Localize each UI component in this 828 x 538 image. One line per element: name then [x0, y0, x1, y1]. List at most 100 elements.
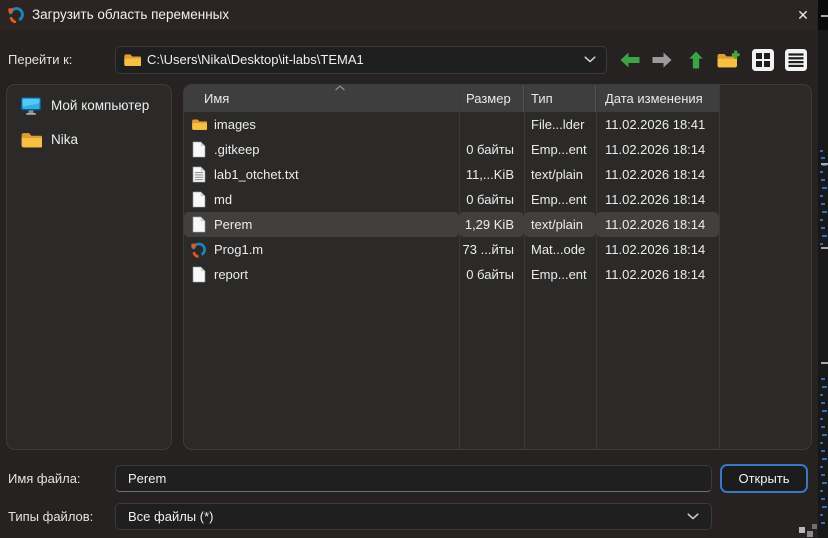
- column-header-name[interactable]: Имя: [184, 85, 459, 112]
- minimap-mark: [821, 426, 825, 428]
- background-window-strip: [818, 0, 828, 538]
- back-button[interactable]: [616, 46, 644, 74]
- minimap-mark: [820, 219, 823, 221]
- filename-label: Имя файла:: [8, 465, 81, 492]
- scilab-app-icon: [8, 6, 25, 23]
- chevron-down-icon: [584, 56, 596, 64]
- minimap-mark: [822, 187, 827, 189]
- file-type: File...lder: [524, 112, 596, 137]
- forward-arrow-icon: [650, 50, 674, 70]
- file-icon: [191, 141, 207, 158]
- new-folder-button[interactable]: [714, 46, 742, 74]
- filename-input[interactable]: [115, 465, 712, 492]
- file-name: report: [214, 262, 248, 287]
- file-size: 0 байты: [459, 137, 524, 162]
- sidebar-item-nika[interactable]: Nika: [11, 125, 167, 155]
- minimap-mark: [822, 506, 827, 508]
- table-row[interactable]: Prog1.m73 ...йтыMat...ode11.02.2026 18:1…: [184, 237, 812, 262]
- file-icon: [191, 216, 207, 233]
- back-arrow-icon: [618, 50, 642, 70]
- file-name: Perem: [214, 212, 252, 237]
- computer-icon: [20, 96, 42, 116]
- close-icon[interactable]: ✕: [788, 0, 818, 30]
- forward-button[interactable]: [648, 46, 676, 74]
- title-bar: Загрузить область переменных ✕: [0, 0, 818, 30]
- sidebar-item-label: Мой компьютер: [51, 91, 149, 121]
- minimap-mark: [822, 235, 827, 237]
- minimap-mark: [822, 434, 827, 436]
- sidebar-item-computer[interactable]: Мой компьютер: [11, 91, 167, 121]
- file-name: .gitkeep: [214, 137, 260, 162]
- current-path: C:\Users\Nika\Desktop\it-labs\TEMA1: [147, 47, 364, 73]
- minimap-mark: [821, 157, 825, 159]
- minimap-mark: [821, 402, 825, 404]
- minimap-mark: [822, 482, 827, 484]
- up-button[interactable]: [682, 46, 710, 74]
- scilab-icon: [191, 241, 207, 258]
- folder-icon: [191, 116, 207, 133]
- minimap-tick: [821, 15, 828, 17]
- file-size: 11,...KiB: [459, 162, 524, 187]
- column-header-date[interactable]: Дата изменения: [596, 85, 719, 112]
- table-row[interactable]: Perem1,29 KiBtext/plain11.02.2026 18:14: [184, 212, 812, 237]
- background-artifact: [799, 527, 805, 533]
- goto-label: Перейти к:: [8, 46, 72, 74]
- places-sidebar: Мой компьютер Nika: [6, 84, 172, 450]
- detail-view-button[interactable]: [782, 46, 810, 74]
- file-name: md: [214, 187, 232, 212]
- table-header: Имя Размер Тип Дата изменения: [184, 85, 719, 112]
- grid-view-icon: [751, 48, 775, 72]
- minimap-mark: [820, 394, 823, 396]
- file-date: 11.02.2026 18:14: [596, 187, 719, 212]
- up-arrow-icon: [687, 50, 705, 70]
- minimap-mark: [820, 150, 823, 152]
- minimap-mark: [822, 211, 827, 213]
- minimap-mark: [820, 243, 823, 245]
- chevron-down-icon: [687, 513, 699, 521]
- folder-icon: [20, 130, 42, 150]
- file-name: Prog1.m: [214, 237, 263, 262]
- minimap-mark: [821, 378, 825, 380]
- window-title: Загрузить область переменных: [32, 0, 229, 30]
- new-folder-icon: [716, 50, 740, 70]
- file-date: 11.02.2026 18:41: [596, 112, 719, 137]
- open-button[interactable]: Открыть: [720, 464, 808, 493]
- load-variables-dialog: Загрузить область переменных ✕ Перейти к…: [0, 0, 818, 538]
- minimap-mark: [820, 466, 823, 468]
- sort-ascending-icon: [334, 85, 346, 91]
- file-size: 0 байты: [459, 262, 524, 287]
- filetype-label: Типы файлов:: [8, 503, 93, 530]
- list-view-icon: [784, 48, 808, 72]
- minimap-mark: [820, 195, 823, 197]
- file-list-panel: Имя Размер Тип Дата изменения images File…: [183, 84, 812, 450]
- table-row[interactable]: lab1_otchet.txt11,...KiBtext/plain11.02.…: [184, 162, 812, 187]
- minimap-tick: [821, 362, 828, 364]
- minimap-mark: [821, 227, 825, 229]
- column-header-type[interactable]: Тип: [524, 85, 596, 112]
- file-date: 11.02.2026 18:14: [596, 237, 719, 262]
- minimap-mark: [820, 442, 823, 444]
- file-icon: [191, 191, 207, 208]
- minimap-mark: [820, 490, 823, 492]
- icon-view-button[interactable]: [749, 46, 777, 74]
- file-size: [459, 112, 524, 137]
- table-row[interactable]: report0 байтыEmp...ent11.02.2026 18:14: [184, 262, 812, 287]
- table-row[interactable]: .gitkeep0 байтыEmp...ent11.02.2026 18:14: [184, 137, 812, 162]
- path-combobox[interactable]: C:\Users\Nika\Desktop\it-labs\TEMA1: [115, 46, 607, 74]
- background-artifact: [812, 524, 817, 529]
- minimap-mark: [822, 410, 827, 412]
- minimap-mark: [822, 458, 827, 460]
- file-name: images: [214, 112, 256, 137]
- file-icon: [191, 266, 207, 283]
- table-row[interactable]: md 0 байтыEmp...ent11.02.2026 18:14: [184, 187, 812, 212]
- background-artifact: [807, 531, 813, 537]
- filetype-select[interactable]: Все файлы (*): [115, 503, 712, 530]
- file-date: 11.02.2026 18:14: [596, 137, 719, 162]
- minimap-mark: [820, 514, 823, 516]
- table-row[interactable]: images File...lder11.02.2026 18:41: [184, 112, 812, 137]
- file-type: Emp...ent: [524, 187, 596, 212]
- minimap-tick: [821, 247, 828, 249]
- file-size: 0 байты: [459, 187, 524, 212]
- column-header-size[interactable]: Размер: [459, 85, 524, 112]
- minimap-mark: [821, 450, 825, 452]
